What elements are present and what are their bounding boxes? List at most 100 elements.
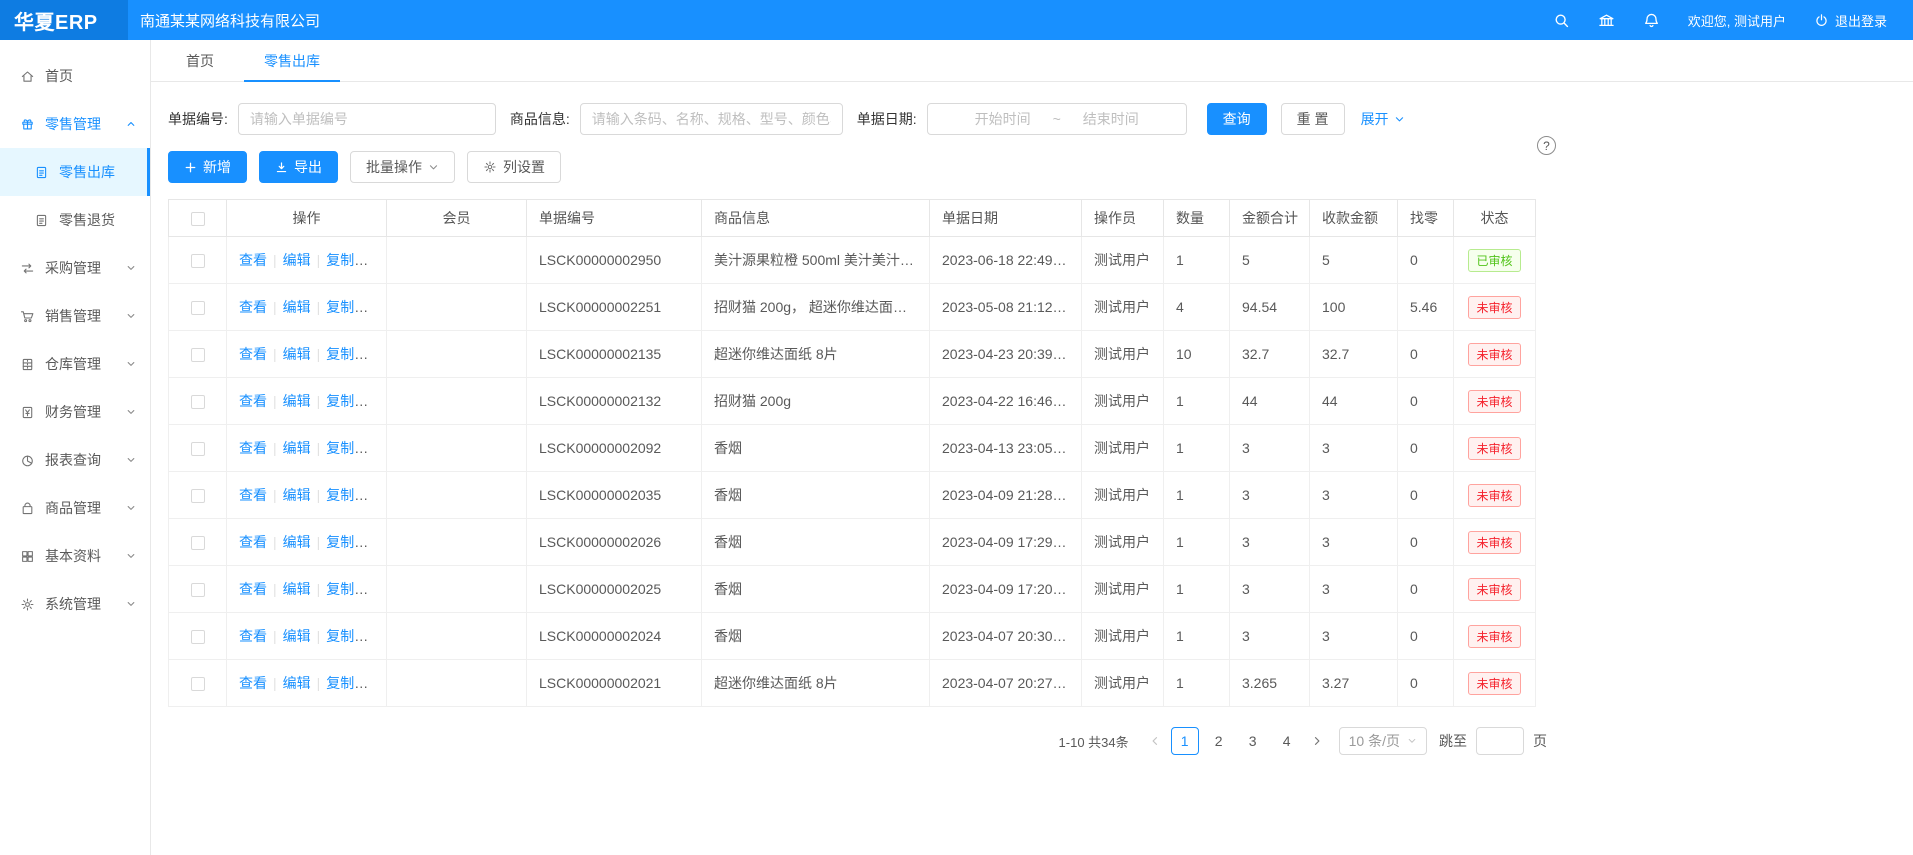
sidebar-item-retail-outbound[interactable]: 零售出库: [0, 148, 150, 196]
sidebar-item-goods[interactable]: 商品管理: [0, 484, 150, 532]
view-link[interactable]: 查看: [239, 393, 267, 409]
view-link[interactable]: 查看: [239, 252, 267, 268]
copy-link[interactable]: 复制: [326, 252, 368, 268]
help-icon[interactable]: ?: [1537, 136, 1556, 155]
view-link[interactable]: 查看: [239, 628, 267, 644]
sidebar-item-home[interactable]: 首页: [0, 52, 150, 100]
logout-label: 退出登录: [1835, 11, 1887, 30]
tab-retail-outbound[interactable]: 零售出库: [244, 40, 340, 81]
row-checkbox[interactable]: [191, 395, 205, 409]
row-checkbox[interactable]: [191, 583, 205, 597]
delete-link[interactable]: 删除: [370, 393, 387, 409]
date-cell: 2023-04-07 20:30:00: [930, 613, 1082, 660]
batch-actions-button[interactable]: 批量操作: [350, 151, 455, 183]
date-cell: 2023-05-08 21:12:10: [930, 284, 1082, 331]
pagination-summary: 1-10 共34条: [1059, 732, 1129, 751]
row-checkbox[interactable]: [191, 630, 205, 644]
edit-link[interactable]: 编辑: [283, 440, 311, 456]
delete-link[interactable]: 删除: [370, 534, 387, 550]
edit-link[interactable]: 编辑: [283, 581, 311, 597]
bell-icon[interactable]: [1643, 12, 1660, 29]
total-cell: 3: [1230, 519, 1310, 566]
search-button[interactable]: 查询: [1207, 103, 1267, 135]
delete-link[interactable]: 删除: [370, 675, 387, 691]
delete-link[interactable]: 删除: [370, 487, 387, 503]
copy-link[interactable]: 复制: [326, 487, 368, 503]
add-button[interactable]: 新增: [168, 151, 247, 183]
edit-link[interactable]: 编辑: [283, 299, 311, 315]
delete-link[interactable]: 删除: [370, 299, 387, 315]
row-checkbox[interactable]: [191, 677, 205, 691]
view-link[interactable]: 查看: [239, 440, 267, 456]
sidebar-item-system[interactable]: 系统管理: [0, 580, 150, 628]
logout-button[interactable]: 退出登录: [1814, 11, 1887, 30]
page-size-select[interactable]: 10 条/页: [1339, 727, 1427, 755]
prev-page-button[interactable]: [1145, 735, 1165, 747]
page-button-3[interactable]: 3: [1239, 727, 1267, 755]
delete-link[interactable]: 删除: [370, 252, 387, 268]
view-link[interactable]: 查看: [239, 534, 267, 550]
sidebar-item-report[interactable]: 报表查询: [0, 436, 150, 484]
sidebar-item-retail[interactable]: 零售管理: [0, 100, 150, 148]
next-page-button[interactable]: [1307, 735, 1327, 747]
row-checkbox[interactable]: [191, 348, 205, 362]
copy-link[interactable]: 复制: [326, 393, 368, 409]
expand-link[interactable]: 展开: [1361, 109, 1405, 129]
copy-link[interactable]: 复制: [326, 440, 368, 456]
delete-link[interactable]: 删除: [370, 628, 387, 644]
sidebar-item-retail-return[interactable]: 零售退货: [0, 196, 150, 244]
edit-link[interactable]: 编辑: [283, 675, 311, 691]
copy-link[interactable]: 复制: [326, 534, 368, 550]
sidebar-item-finance[interactable]: 财务管理: [0, 388, 150, 436]
finance-icon: [20, 405, 35, 420]
copy-link[interactable]: 复制: [326, 346, 368, 362]
edit-link[interactable]: 编辑: [283, 534, 311, 550]
row-checkbox[interactable]: [191, 489, 205, 503]
sidebar-item-basic[interactable]: 基本资料: [0, 532, 150, 580]
bill-no-input[interactable]: [238, 103, 496, 135]
jump-page-input[interactable]: [1476, 727, 1524, 755]
product-label: 商品信息:: [510, 109, 570, 129]
edit-link[interactable]: 编辑: [283, 628, 311, 644]
delete-link[interactable]: 删除: [370, 440, 387, 456]
view-link[interactable]: 查看: [239, 675, 267, 691]
delete-link[interactable]: 删除: [370, 581, 387, 597]
delete-link[interactable]: 删除: [370, 346, 387, 362]
row-checkbox[interactable]: [191, 254, 205, 268]
page-button-4[interactable]: 4: [1273, 727, 1301, 755]
view-link[interactable]: 查看: [239, 346, 267, 362]
sidebar-item-sales[interactable]: 销售管理: [0, 292, 150, 340]
edit-link[interactable]: 编辑: [283, 346, 311, 362]
sidebar-item-purchase[interactable]: 采购管理: [0, 244, 150, 292]
copy-link[interactable]: 复制: [326, 675, 368, 691]
date-cell: 2023-04-09 17:29:11: [930, 519, 1082, 566]
select-all-checkbox[interactable]: [191, 212, 205, 226]
view-link[interactable]: 查看: [239, 487, 267, 503]
copy-link[interactable]: 复制: [326, 299, 368, 315]
edit-link[interactable]: 编辑: [283, 393, 311, 409]
edit-link[interactable]: 编辑: [283, 487, 311, 503]
edit-link[interactable]: 编辑: [283, 252, 311, 268]
row-checkbox[interactable]: [191, 301, 205, 315]
page-button-2[interactable]: 2: [1205, 727, 1233, 755]
platform-icon[interactable]: [1598, 12, 1615, 29]
operator-cell: 测试用户: [1082, 613, 1164, 660]
search-icon[interactable]: [1553, 12, 1570, 29]
product-input[interactable]: [580, 103, 843, 135]
reset-button[interactable]: 重 置: [1281, 103, 1345, 135]
column-settings-button[interactable]: 列设置: [467, 151, 561, 183]
tab-home[interactable]: 首页: [166, 40, 234, 81]
copy-link[interactable]: 复制: [326, 628, 368, 644]
copy-link[interactable]: 复制: [326, 581, 368, 597]
export-button[interactable]: 导出: [259, 151, 338, 183]
date-cell: 2023-04-23 20:39:41: [930, 331, 1082, 378]
sidebar-item-warehouse[interactable]: 仓库管理: [0, 340, 150, 388]
view-link[interactable]: 查看: [239, 299, 267, 315]
page-button-1[interactable]: 1: [1171, 727, 1199, 755]
qty-cell: 1: [1164, 613, 1230, 660]
row-checkbox[interactable]: [191, 442, 205, 456]
view-link[interactable]: 查看: [239, 581, 267, 597]
row-checkbox[interactable]: [191, 536, 205, 550]
operator-cell: 测试用户: [1082, 519, 1164, 566]
date-range-input[interactable]: 开始时间 ~ 结束时间: [927, 103, 1187, 135]
